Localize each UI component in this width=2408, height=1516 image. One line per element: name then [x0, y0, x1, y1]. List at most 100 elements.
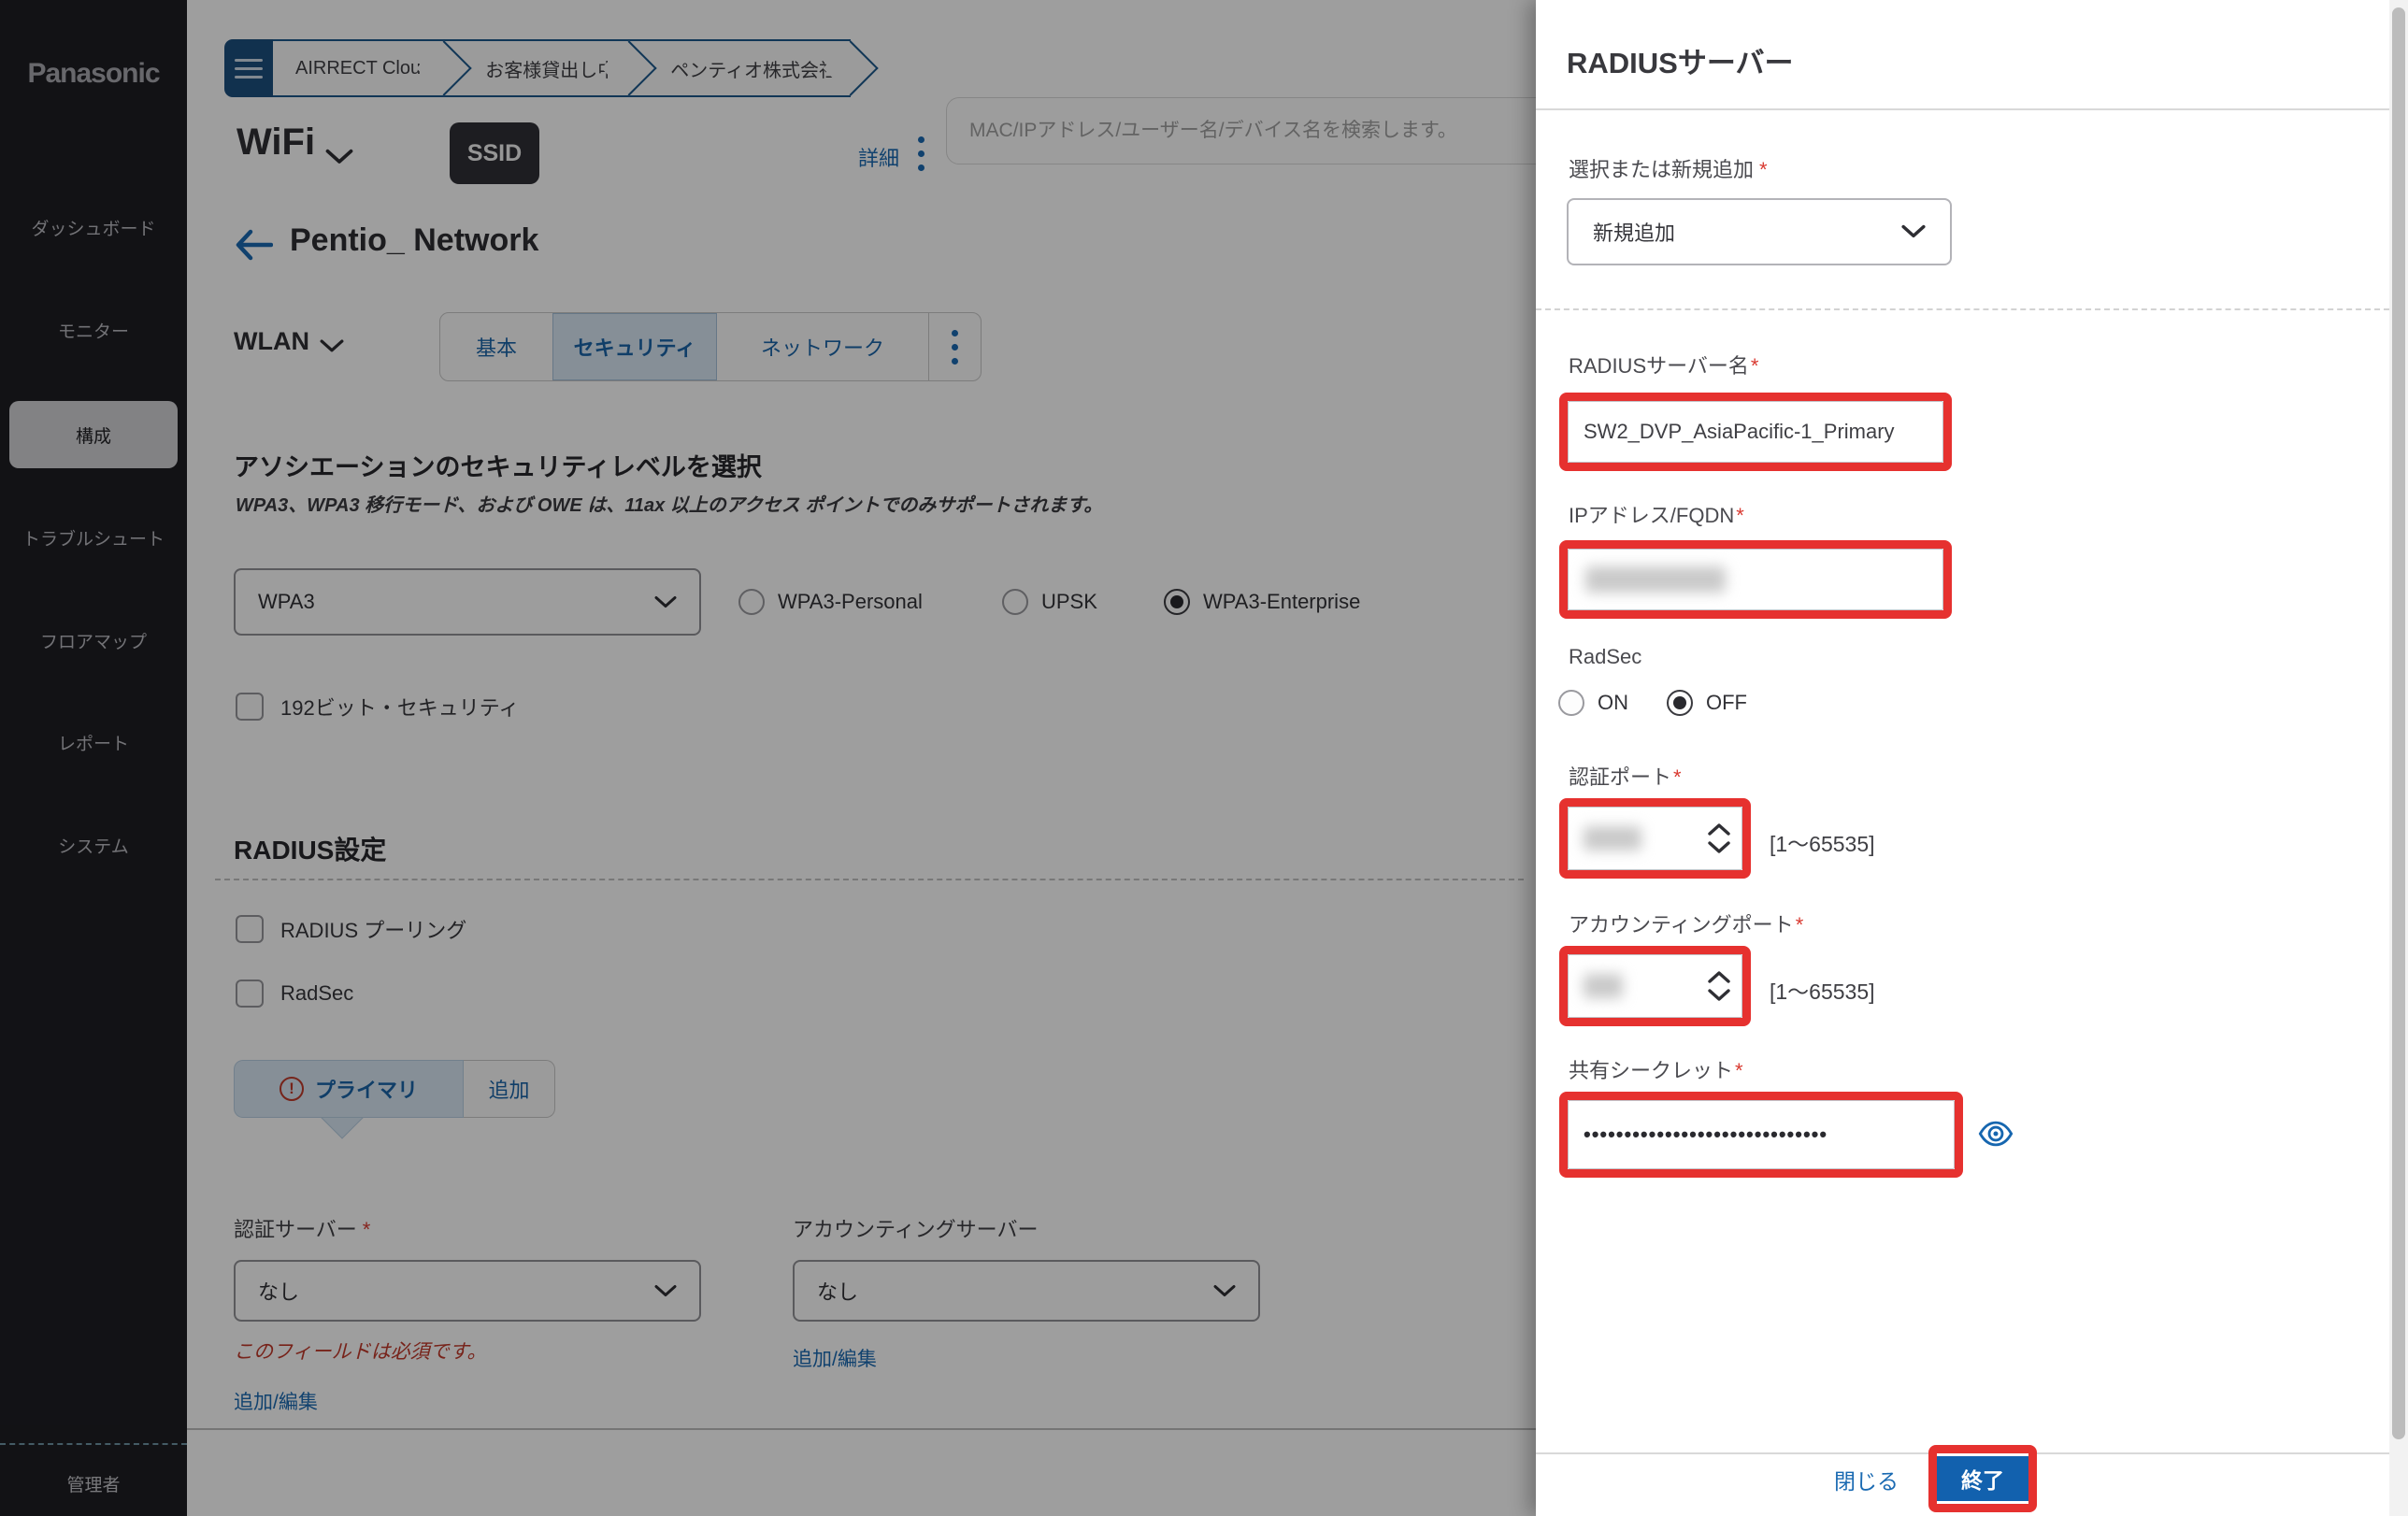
- required-asterisk: *: [1673, 765, 1682, 789]
- chevron-down-icon: [654, 595, 677, 609]
- sidebar-item-monitor[interactable]: モニター: [9, 296, 178, 364]
- annotation-box: 終了: [1928, 1445, 2037, 1512]
- radio-radsec-on[interactable]: ON: [1558, 690, 1628, 716]
- spinner-down-icon[interactable]: [1708, 989, 1730, 1002]
- panel-title: RADIUSサーバー: [1567, 39, 1794, 81]
- auth-port-range: [1〜65535]: [1770, 826, 1875, 858]
- wlan-label[interactable]: WLAN: [234, 327, 309, 356]
- radius-heading: RADIUS設定: [234, 830, 386, 867]
- checkbox-radsec[interactable]: RadSec: [236, 980, 353, 1008]
- auth-server-error: このフィールドは必須です。: [234, 1337, 486, 1365]
- radio-radsec-off[interactable]: OFF: [1667, 690, 1747, 716]
- redacted-value: [1584, 826, 1641, 851]
- auth-server-select[interactable]: なし: [234, 1260, 701, 1322]
- tab-primary[interactable]: ! プライマリ: [234, 1060, 464, 1118]
- annotation-box: [1559, 1092, 1963, 1178]
- tab-basic[interactable]: 基本: [440, 313, 552, 380]
- required-asterisk: *: [1736, 504, 1744, 527]
- close-button[interactable]: 閉じる: [1834, 1464, 1899, 1495]
- acct-add-edit-link[interactable]: 追加/編集: [793, 1344, 877, 1372]
- footer-divider: [187, 1428, 1536, 1430]
- radius-name-label: RADIUSサーバー名*: [1569, 350, 1758, 379]
- radius-server-panel: RADIUSサーバー 選択または新規追加* 新規追加 RADIUSサーバー名* …: [1536, 0, 2408, 1516]
- tab-security[interactable]: セキュリティ: [552, 313, 717, 380]
- ip-fqdn-label: IPアドレス/FQDN*: [1569, 499, 1744, 529]
- spinner-up-icon[interactable]: [1708, 970, 1730, 983]
- radio-icon: [1558, 690, 1584, 716]
- sidebar-item-report[interactable]: レポート: [9, 708, 178, 776]
- checkbox-192bit[interactable]: 192ビット・セキュリティ: [236, 692, 519, 722]
- show-password-button[interactable]: [1978, 1116, 2014, 1151]
- acct-server-select[interactable]: なし: [793, 1260, 1260, 1322]
- spinner-down-icon[interactable]: [1708, 841, 1730, 854]
- scrollbar-track[interactable]: [2389, 0, 2408, 1516]
- radius-name-input[interactable]: [1569, 420, 1942, 444]
- radius-server-tabs: ! プライマリ 追加: [234, 1060, 555, 1118]
- details-link[interactable]: 詳細: [858, 142, 899, 172]
- annotation-box: [1559, 798, 1751, 879]
- redacted-value: [1585, 566, 1726, 593]
- annotation-box: [1559, 393, 1952, 471]
- radio-wpa3-enterprise[interactable]: WPA3-Enterprise: [1164, 589, 1360, 615]
- annotation-box: [1559, 540, 1952, 619]
- wifi-section-label[interactable]: WiFi: [236, 122, 315, 164]
- radio-icon: [1002, 589, 1028, 615]
- radio-upsk[interactable]: UPSK: [1002, 589, 1097, 615]
- eye-icon: [1978, 1116, 2014, 1151]
- breadcrumb-item-cloud[interactable]: AIRRECT Cloud: [273, 39, 444, 97]
- shared-secret-input[interactable]: [1569, 1123, 1954, 1147]
- hamburger-icon: [235, 59, 263, 62]
- sidebar-divider: [0, 1443, 187, 1445]
- security-mode-value: WPA3: [258, 590, 315, 614]
- radsec-label: RadSec: [1569, 645, 1641, 669]
- ip-fqdn-input[interactable]: [1568, 549, 1943, 610]
- radio-wpa3-personal[interactable]: WPA3-Personal: [738, 589, 923, 615]
- finish-button[interactable]: 終了: [1937, 1456, 2028, 1501]
- acct-port-input[interactable]: [1568, 954, 1742, 1018]
- sidebar-item-dashboard[interactable]: ダッシュボード: [9, 193, 178, 261]
- association-heading: アソシエーションのセキュリティレベルを選択: [234, 447, 762, 483]
- alert-icon: !: [280, 1077, 304, 1101]
- hamburger-button[interactable]: [224, 39, 273, 97]
- main-content: AIRRECT Cloud お客様貸出し中 ペンティオ株式会社 WiFi SSI…: [187, 0, 1536, 1516]
- breadcrumb-item-lending[interactable]: お客様貸出し中: [444, 39, 629, 97]
- auth-add-edit-link[interactable]: 追加/編集: [234, 1387, 318, 1415]
- header-kebab-menu[interactable]: [918, 136, 924, 171]
- panasonic-logo: Panasonic: [0, 58, 187, 90]
- search-input[interactable]: [947, 98, 1599, 164]
- ssid-button[interactable]: SSID: [450, 122, 539, 184]
- back-arrow-icon[interactable]: [234, 228, 273, 266]
- kebab-icon: [918, 136, 924, 143]
- sidebar-item-troubleshoot[interactable]: トラブルシュート: [9, 504, 178, 571]
- checkbox-radius-pooling[interactable]: RADIUS プーリング: [236, 914, 466, 944]
- chevron-down-icon[interactable]: [320, 338, 344, 359]
- sidebar: Panasonic ダッシュボード モニター 構成 トラブルシュート フロアマッ…: [0, 0, 187, 1516]
- required-asterisk: *: [1796, 913, 1804, 937]
- association-note: WPA3、WPA3 移行モード、および OWE は、11ax 以上のアクセス ポ…: [236, 490, 1102, 517]
- sidebar-item-admin[interactable]: 管理者: [0, 1458, 187, 1509]
- tab-add-server[interactable]: 追加: [464, 1060, 555, 1118]
- sidebar-item-floormap[interactable]: フロアマップ: [9, 607, 178, 674]
- radio-icon: [738, 589, 765, 615]
- auth-server-label: 認証サーバー*: [234, 1213, 370, 1243]
- select-or-add-select[interactable]: 新規追加: [1567, 198, 1952, 265]
- breadcrumb-item-company[interactable]: ペンティオ株式会社: [629, 39, 851, 97]
- required-asterisk: *: [1759, 158, 1768, 181]
- panel-dashed-divider: [1536, 308, 2389, 310]
- annotation-box: [1559, 946, 1751, 1026]
- spinner-up-icon[interactable]: [1708, 822, 1730, 836]
- tab-kebab-menu[interactable]: [928, 313, 981, 380]
- checkbox-icon: [236, 693, 264, 721]
- sidebar-item-configuration[interactable]: 構成: [9, 401, 178, 468]
- chevron-down-icon: [1901, 224, 1926, 239]
- auth-port-input[interactable]: [1568, 807, 1742, 870]
- scrollbar-thumb[interactable]: [2392, 7, 2405, 1439]
- acct-server-label: アカウンティングサーバー: [793, 1213, 1038, 1243]
- chevron-down-icon: [1213, 1284, 1236, 1298]
- security-mode-select[interactable]: WPA3: [234, 568, 701, 636]
- sidebar-item-system[interactable]: システム: [9, 811, 178, 879]
- tab-network[interactable]: ネットワーク: [717, 313, 928, 380]
- chevron-down-icon[interactable]: [325, 148, 353, 171]
- auth-port-label: 認証ポート*: [1569, 761, 1682, 791]
- wlan-tabbar: 基本 セキュリティ ネットワーク: [439, 312, 982, 381]
